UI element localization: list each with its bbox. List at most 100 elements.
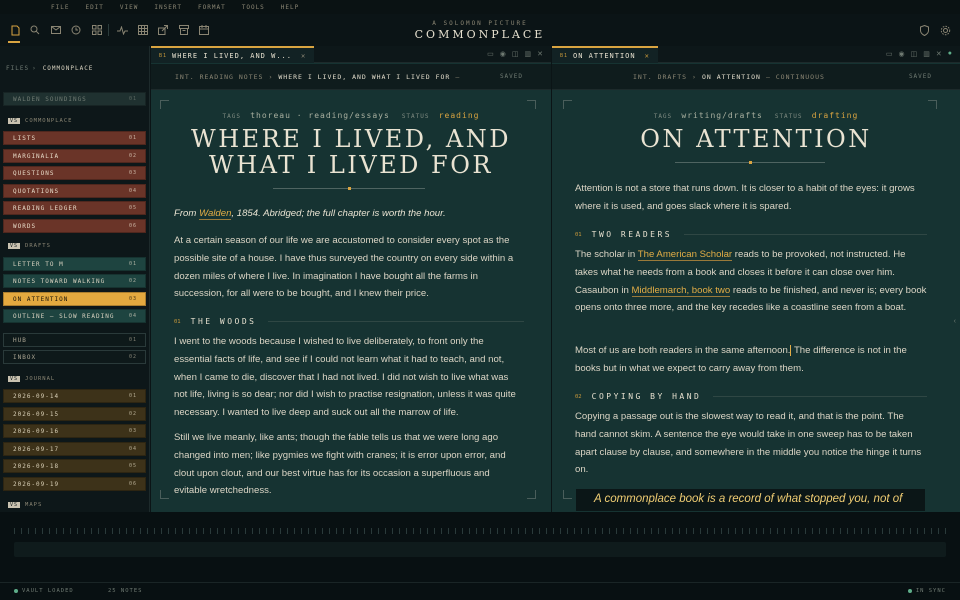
section-journal[interactable]: VS JOURNAL [8, 376, 55, 382]
vault-status: VAULT LOADED [14, 588, 74, 594]
brand-subtitle: A SOLOMON PICTURE [432, 20, 528, 27]
table-icon[interactable] [137, 24, 149, 36]
timeline-ruler[interactable] [14, 528, 946, 534]
close-pane-icon[interactable]: ✕ [537, 50, 543, 58]
frame-corner [160, 490, 169, 499]
shield-icon[interactable] [918, 24, 930, 36]
sidebar-item-words[interactable]: WORDS 06 [3, 219, 146, 233]
note-tags[interactable]: thoreau · reading/essays [250, 111, 390, 120]
tab-on-attention[interactable]: B1 ON ATTENTION ✕ [552, 46, 658, 63]
breadcrumb-current: ON ATTENTION [701, 72, 761, 81]
section-commonplace[interactable]: VS COMMONPLACE [8, 118, 72, 124]
sidebar-item-journal-0917[interactable]: 2026-09-17 04 [3, 442, 146, 456]
editor-pane-left: B1 WHERE I LIVED, AND W... ✕ ▭ ◉ ◫ ▥ ✕ INT… [151, 46, 551, 512]
tab-actions-right: ▭ ◉ ◫ ▥ ✕ ● [886, 50, 952, 58]
sidebar-item-questions[interactable]: QUESTIONS 03 [3, 166, 146, 180]
sidebar-header: FILES › COMMONPLACE [6, 64, 94, 72]
sidebar-item-notes-toward-walking[interactable]: NOTES TOWARD WALKING 02 [3, 274, 146, 288]
sidebar-item-inbox[interactable]: INBOX 02 [3, 350, 146, 364]
note-status[interactable]: reading [439, 111, 480, 120]
grid-icon[interactable] [91, 24, 103, 36]
close-icon[interactable]: ✕ [645, 52, 650, 60]
sidebar-item-reading-ledger[interactable]: READING LEDGER 05 [3, 201, 146, 215]
close-icon[interactable]: ✕ [301, 52, 306, 60]
root-folder[interactable]: COMMONPLACE [43, 65, 94, 72]
split-icon[interactable]: ◫ [512, 50, 519, 58]
pulse-icon[interactable] [116, 24, 128, 36]
calendar-icon[interactable] [198, 24, 210, 36]
note-status[interactable]: drafting [812, 111, 859, 120]
file-icon[interactable] [9, 24, 21, 36]
breadcrumb-left: INT. READING NOTES › WHERE I LIVED, AND … [151, 64, 551, 90]
brand-title: COMMONPLACE [414, 28, 546, 41]
section-drafts[interactable]: VS DRAFTS [8, 243, 51, 249]
sidebar: FILES › COMMONPLACE WALDEN SOUNDINGS 01 V… [0, 46, 150, 512]
sidebar-item-journal-0916[interactable]: 2026-09-16 03 [3, 424, 146, 438]
menu-help[interactable]: HELP [281, 4, 299, 11]
export-icon[interactable] [157, 24, 169, 36]
note-meta-left: TAGS thoreau · reading/essays STATUS read… [222, 111, 480, 120]
paragraph: Attention is not a store that runs down.… [575, 183, 915, 212]
sidebar-item-outline-slow-reading[interactable]: OUTLINE — SLOW READING 04 [3, 309, 146, 323]
sidebar-item-letter-to-m[interactable]: LETTER TO M 01 [3, 257, 146, 271]
middlemarch-link[interactable]: Middlemarch, book two [631, 284, 731, 297]
status-bar: VAULT LOADED 25 NOTES IN SYNC [0, 582, 960, 600]
tab-where-i-lived[interactable]: B1 WHERE I LIVED, AND W... ✕ [151, 46, 315, 63]
close-pane-icon[interactable]: ✕ [936, 50, 942, 58]
note-title-line1: WHERE I LIVED, AND [191, 125, 511, 153]
tab-bar-right: B1 ON ATTENTION ✕ ▭ ◉ ◫ ▥ ✕ ● [552, 46, 960, 63]
sidebar-item-hub[interactable]: HUB 01 [3, 333, 146, 347]
archive-icon[interactable] [178, 24, 190, 36]
save-status: SAVED [908, 73, 932, 80]
section-maps[interactable]: VS MAPS [8, 502, 42, 508]
split-icon[interactable]: ◫ [911, 50, 918, 58]
sidebar-item-journal-0914[interactable]: 2026-09-14 01 [3, 389, 146, 403]
columns-icon[interactable]: ▥ [923, 50, 930, 58]
section-heading-copying-by-hand: 02 COPYING BY HAND [575, 392, 927, 401]
layout-icon[interactable]: ▭ [487, 50, 494, 58]
search-icon[interactable] [29, 24, 41, 36]
save-status: SAVED [499, 73, 523, 80]
menu-format[interactable]: FORMAT [198, 4, 226, 11]
frame-corner [928, 100, 937, 109]
walden-link[interactable]: Walden [199, 208, 232, 220]
section-heading-two-readers: 01 TWO READERS [575, 230, 927, 239]
history-icon[interactable] [70, 24, 82, 36]
frame-corner [563, 100, 572, 109]
note-title: ON ATTENTION [640, 125, 872, 153]
sidebar-item-journal-0919[interactable]: 2026-09-19 06 [3, 477, 146, 491]
sidebar-item-journal-0918[interactable]: 2026-09-18 05 [3, 459, 146, 473]
layout-icon[interactable]: ▭ [886, 50, 893, 58]
status-dot-icon [14, 588, 18, 593]
toolbar: A SOLOMON PICTURE COMMONPLACE [0, 14, 960, 46]
menu-insert[interactable]: INSERT [154, 4, 182, 11]
american-scholar-link[interactable]: The American Scholar [637, 249, 733, 261]
command-input[interactable] [14, 542, 946, 557]
sidebar-item-on-attention[interactable]: ON ATTENTION 03 [3, 292, 146, 306]
sidebar-item-lists[interactable]: LISTS 01 [3, 131, 146, 145]
menu-view[interactable]: VIEW [120, 4, 138, 11]
paragraph: Copying a passage out is the slowest way… [575, 411, 922, 476]
eye-icon[interactable]: ◉ [899, 50, 905, 58]
menu-edit[interactable]: EDIT [85, 4, 103, 11]
sidebar-item-marginalia[interactable]: MARGINALIA 02 [3, 149, 146, 163]
frame-corner [160, 100, 169, 109]
mail-icon[interactable] [50, 24, 62, 36]
columns-icon[interactable]: ▥ [525, 50, 532, 58]
sidebar-item-walden-soundings[interactable]: WALDEN SOUNDINGS 01 [3, 92, 146, 106]
notes-count: 25 NOTES [108, 588, 143, 594]
tab-bar-left: B1 WHERE I LIVED, AND W... ✕ ▭ ◉ ◫ ▥ ✕ [151, 46, 551, 63]
paragraph: I went to the woods because I wished to … [174, 336, 516, 419]
active-indicator [8, 41, 20, 43]
title-ornament [273, 187, 425, 190]
note-tags[interactable]: writing/drafts [681, 111, 762, 120]
eye-icon[interactable]: ◉ [500, 50, 506, 58]
sidebar-item-quotations[interactable]: QUOTATIONS 04 [3, 184, 146, 198]
menu-tools[interactable]: TOOLS [242, 4, 265, 11]
chevron-left-icon[interactable]: ‹ [954, 318, 956, 325]
gear-icon[interactable] [939, 24, 951, 36]
frame-corner [527, 100, 536, 109]
menu-file[interactable]: FILE [51, 4, 69, 11]
section-heading-woods: 01 THE WOODS [174, 317, 524, 326]
sidebar-item-journal-0915[interactable]: 2026-09-15 02 [3, 407, 146, 421]
